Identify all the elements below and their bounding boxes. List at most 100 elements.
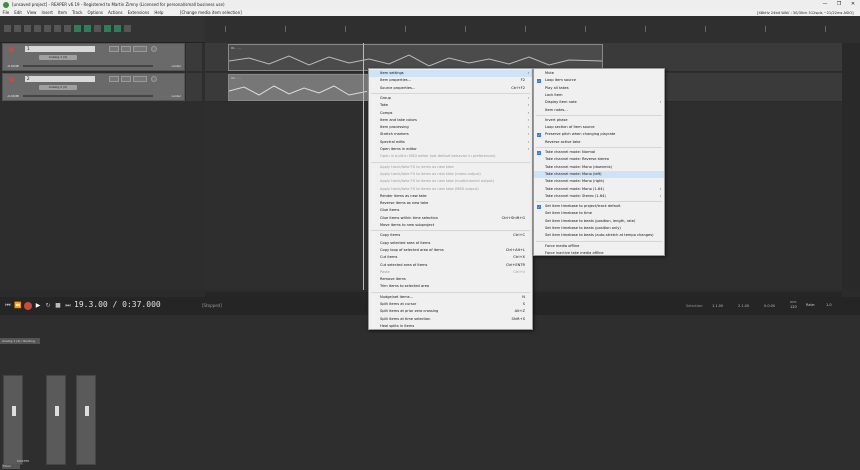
menu-item-loop-section-of-item-source[interactable]: Loop section of item source	[534, 124, 664, 131]
route-icon[interactable]	[151, 46, 157, 52]
repeat-icon[interactable]: ↻	[44, 302, 52, 310]
menu-item-reverse-items-as-new-take[interactable]: Reverse items as new take	[369, 200, 532, 207]
timeline-ruler[interactable]	[205, 16, 860, 43]
menu-item-display-item-note[interactable]: Display item note ›	[534, 99, 664, 106]
volume-slider[interactable]	[23, 65, 153, 67]
record-arm-icon[interactable]	[9, 77, 14, 82]
menu-item-nudge-set-items[interactable]: Nudge/set items... N	[369, 294, 532, 301]
maximize-icon[interactable]: ❐	[832, 0, 846, 9]
menu-insert[interactable]: Insert	[41, 10, 52, 15]
menu-item-set-item-timebase-to-beats-auto-stretch-at-tempo-changes[interactable]: Set item timebase to beats (auto-stretch…	[534, 232, 664, 239]
track-2-header[interactable]: 2 Analog 2 (2) -0.00dB center	[2, 73, 185, 101]
menu-item-split-items-at-prior-zero-crossing[interactable]: Split items at prior zero crossing Alt+Z	[369, 308, 532, 315]
menu-item[interactable]: Item	[58, 10, 67, 15]
fx-button[interactable]	[133, 46, 147, 52]
master-fader[interactable]	[12, 406, 16, 416]
menu-item-spectral-edits[interactable]: Spectral edits ›	[369, 139, 532, 146]
play-icon[interactable]: ▶	[34, 302, 42, 310]
auto-crossfade-icon[interactable]	[104, 25, 111, 32]
solo-button[interactable]	[121, 76, 131, 82]
menu-item-render-items-as-new-take[interactable]: Render items as new take	[369, 193, 532, 200]
menu-item-group[interactable]: Group ›	[369, 95, 532, 102]
route-icon[interactable]	[151, 76, 157, 82]
menu-item-glue-items-within-time-selection[interactable]: Glue items within time selection Ctrl+Shi…	[369, 215, 532, 222]
selection-length[interactable]: 0.0.00	[764, 304, 775, 308]
menu-item-take-channel-mode-reverse-stereo[interactable]: Take channel mode: Reverse stereo	[534, 156, 664, 163]
menu-item-open-items-in-editor[interactable]: Open items in editor ›	[369, 146, 532, 153]
track-2-fader[interactable]	[85, 406, 89, 416]
snap-icon[interactable]	[84, 25, 91, 32]
menu-item-item-notes[interactable]: Item notes...	[534, 107, 664, 114]
rewind-icon[interactable]: ⏪	[14, 302, 22, 310]
rate-value[interactable]: 1.0	[826, 303, 832, 307]
edit-cursor[interactable]	[363, 43, 364, 290]
menu-item-preserve-pitch-when-changing-playrate[interactable]: ✓ Preserve pitch when changing playrate	[534, 131, 664, 138]
record-arm-icon[interactable]	[9, 47, 14, 52]
menu-item-set-item-timebase-to-beats-position-only[interactable]: Set item timebase to beats (position onl…	[534, 225, 664, 232]
selection-start[interactable]: 1.1.00	[712, 304, 723, 308]
mixer-tab[interactable]: Mixer	[2, 464, 20, 469]
menu-item-trim-items-to-selected-area[interactable]: Trim items to selected area	[369, 283, 532, 290]
menu-item-item-processing[interactable]: Item processing ›	[369, 124, 532, 131]
undo-icon[interactable]	[44, 25, 51, 32]
menu-item-reverse-active-take[interactable]: Reverse active take	[534, 139, 664, 146]
menu-item-force-media-offline[interactable]: Force media offline	[534, 243, 664, 250]
save-project-icon[interactable]	[24, 25, 31, 32]
menu-item-invert-phase[interactable]: Invert phase	[534, 117, 664, 124]
menu-item-mute[interactable]: Mute	[534, 70, 664, 77]
menu-item-take-channel-mode-mono-1-64[interactable]: Take channel mode: Mono (1-64) ›	[534, 186, 664, 193]
time-display[interactable]: 19.3.00 / 0:37.000	[74, 300, 161, 309]
menu-item-split-items-at-cursor[interactable]: Split items at cursor S	[369, 301, 532, 308]
vertical-scrollbar[interactable]	[842, 43, 860, 290]
menu-view[interactable]: View	[27, 10, 37, 15]
track-name[interactable]: 2	[25, 76, 95, 82]
menu-item-set-item-timebase-to-time[interactable]: Set item timebase to time	[534, 210, 664, 217]
input-label[interactable]: Analog 1 (2)	[39, 55, 77, 60]
menu-actions[interactable]: Actions	[108, 10, 123, 15]
menu-item-heal-splits-in-items[interactable]: Heal splits in items	[369, 323, 532, 330]
menu-item-item-settings[interactable]: Item settings ›	[369, 70, 532, 77]
menu-item-copy-loop-of-selected-area-of-items[interactable]: Copy loop of selected area of items Ctrl+…	[369, 247, 532, 254]
menu-help[interactable]: Help	[154, 10, 163, 15]
media-item[interactable]: 02 - ...	[228, 74, 368, 101]
volume-slider[interactable]	[23, 95, 153, 97]
media-item[interactable]: 01 - ...	[228, 44, 603, 71]
minimize-icon[interactable]: —	[818, 0, 832, 9]
menu-item-set-item-timebase-to-project-track-default[interactable]: ✓ Set item timebase to project/track defa…	[534, 203, 664, 210]
new-project-icon[interactable]	[4, 25, 11, 32]
menu-item-play-all-takes[interactable]: Play all takes	[534, 85, 664, 92]
go-to-start-icon[interactable]: ⏮	[4, 302, 12, 310]
menu-edit[interactable]: Edit	[14, 10, 22, 15]
redo-icon[interactable]	[54, 25, 61, 32]
menu-item-remove-items[interactable]: Remove items	[369, 276, 532, 283]
audio-device-info[interactable]: [48kHz 24bit WAV : 30/30ch 512spls ~21/2…	[757, 11, 853, 15]
track-name[interactable]: 1	[25, 46, 95, 52]
menu-item-take-channel-mode-mono-downmix[interactable]: Take channel mode: Mono (downmix)	[534, 164, 664, 171]
record-icon[interactable]: ●	[24, 302, 32, 310]
menu-file[interactable]: File	[3, 10, 10, 15]
go-to-end-icon[interactable]: ⏭	[64, 302, 72, 310]
menu-item-loop-item-source[interactable]: ✓ Loop item source	[534, 77, 664, 84]
menu-item-cut-selected-area-of-items[interactable]: Cut selected area of items Ctrl+ENTR	[369, 262, 532, 269]
menu-options[interactable]: Options	[88, 10, 103, 15]
menu-item-move-items-to-new-subproject[interactable]: Move items to new subproject	[369, 222, 532, 229]
menu-item-take-channel-mode-stereo-1-64[interactable]: Take channel mode: Stereo (1-64) ›	[534, 193, 664, 200]
menu-item-item-properties[interactable]: Item properties... F2	[369, 77, 532, 84]
track-1-fader[interactable]	[55, 406, 59, 416]
project-settings-icon[interactable]	[34, 25, 41, 32]
close-icon[interactable]: ✕	[846, 0, 860, 9]
menu-item-take-channel-mode-mono-right[interactable]: Take channel mode: Mono (right)	[534, 178, 664, 185]
ripple-edit-icon[interactable]	[94, 25, 101, 32]
menu-item-glue-items[interactable]: Glue items	[369, 207, 532, 214]
menu-item-copy-items[interactable]: Copy items Ctrl+C	[369, 232, 532, 239]
menu-item-cut-items[interactable]: Cut items Ctrl+X	[369, 254, 532, 261]
selection-end[interactable]: 2.1.00	[738, 304, 749, 308]
menu-item-comps[interactable]: Comps ›	[369, 110, 532, 117]
menu-item-take-channel-mode-mono-left[interactable]: Take channel mode: Mono (left)	[534, 170, 664, 178]
menu-item-split-items-at-time-selection[interactable]: Split items at time selection Shift+S	[369, 316, 532, 323]
grid-icon[interactable]	[74, 25, 81, 32]
menu-item-copy-selected-area-of-items[interactable]: Copy selected area of items	[369, 240, 532, 247]
stop-icon[interactable]: ■	[54, 302, 62, 310]
menu-item-take[interactable]: Take ›	[369, 102, 532, 109]
routing-tab[interactable]: Analog 1 (2) / Routing	[0, 338, 40, 344]
